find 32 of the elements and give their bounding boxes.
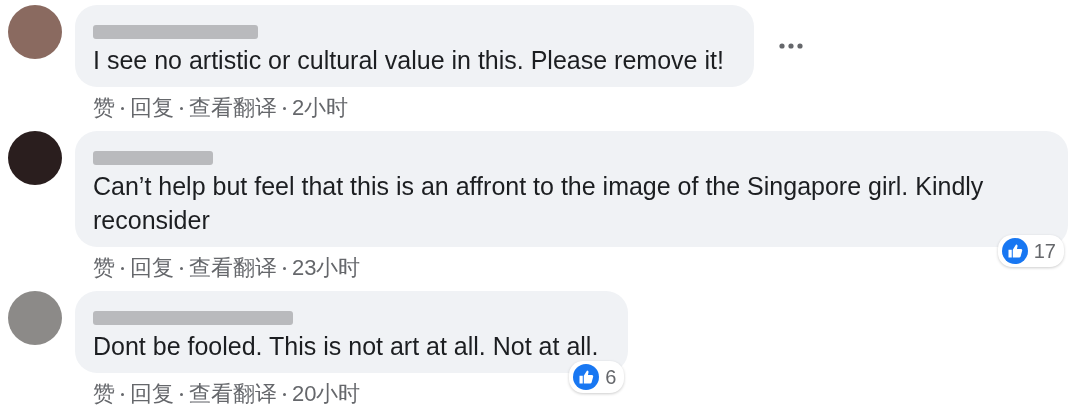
thumbs-up-icon (1001, 238, 1028, 264)
timestamp: 2小时 (292, 94, 349, 122)
comment-action-link[interactable]: 查看翻译 (189, 253, 277, 283)
comment-action-link[interactable]: 回复 (130, 93, 174, 123)
comment-text: Dont be fooled. This is not art at all. Not at all. (93, 331, 599, 362)
reaction-badge[interactable]: 17 (997, 235, 1064, 267)
separator-dot (283, 106, 286, 110)
separator-dot (121, 106, 124, 110)
timestamp: 20小时 (292, 380, 361, 408)
separator-dot (180, 392, 183, 396)
separator-dot (121, 266, 124, 270)
separator-dot (180, 106, 183, 110)
comment-text: Can’t help but feel that this is an affront to the image of the Singapore girl. Kindly reconsider (93, 171, 985, 236)
separator-dot (121, 392, 124, 396)
comment-action-link[interactable]: 查看翻译 (189, 379, 277, 409)
more-icon[interactable] (777, 42, 804, 50)
avatar[interactable] (8, 131, 62, 185)
separator-dot (283, 392, 286, 396)
comment-action-link[interactable]: 赞 (93, 93, 115, 123)
comment-action-link[interactable]: 回复 (130, 379, 174, 409)
comment-action-link[interactable]: 查看翻译 (189, 93, 277, 123)
reaction-count: 6 (605, 365, 617, 389)
comment-action-link[interactable]: 赞 (93, 253, 115, 283)
comment-action-link[interactable]: 回复 (130, 253, 174, 283)
comment-text: I see no artistic or cultural value in this. Please remove it! (93, 45, 724, 76)
reaction-count: 17 (1033, 239, 1056, 263)
thumbs-up-icon (573, 364, 600, 390)
separator-dot (180, 266, 183, 270)
timestamp: 23小时 (292, 254, 361, 282)
separator-dot (283, 266, 286, 270)
reaction-badge[interactable]: 6 (569, 361, 625, 393)
comment-action-link[interactable]: 赞 (93, 379, 115, 409)
